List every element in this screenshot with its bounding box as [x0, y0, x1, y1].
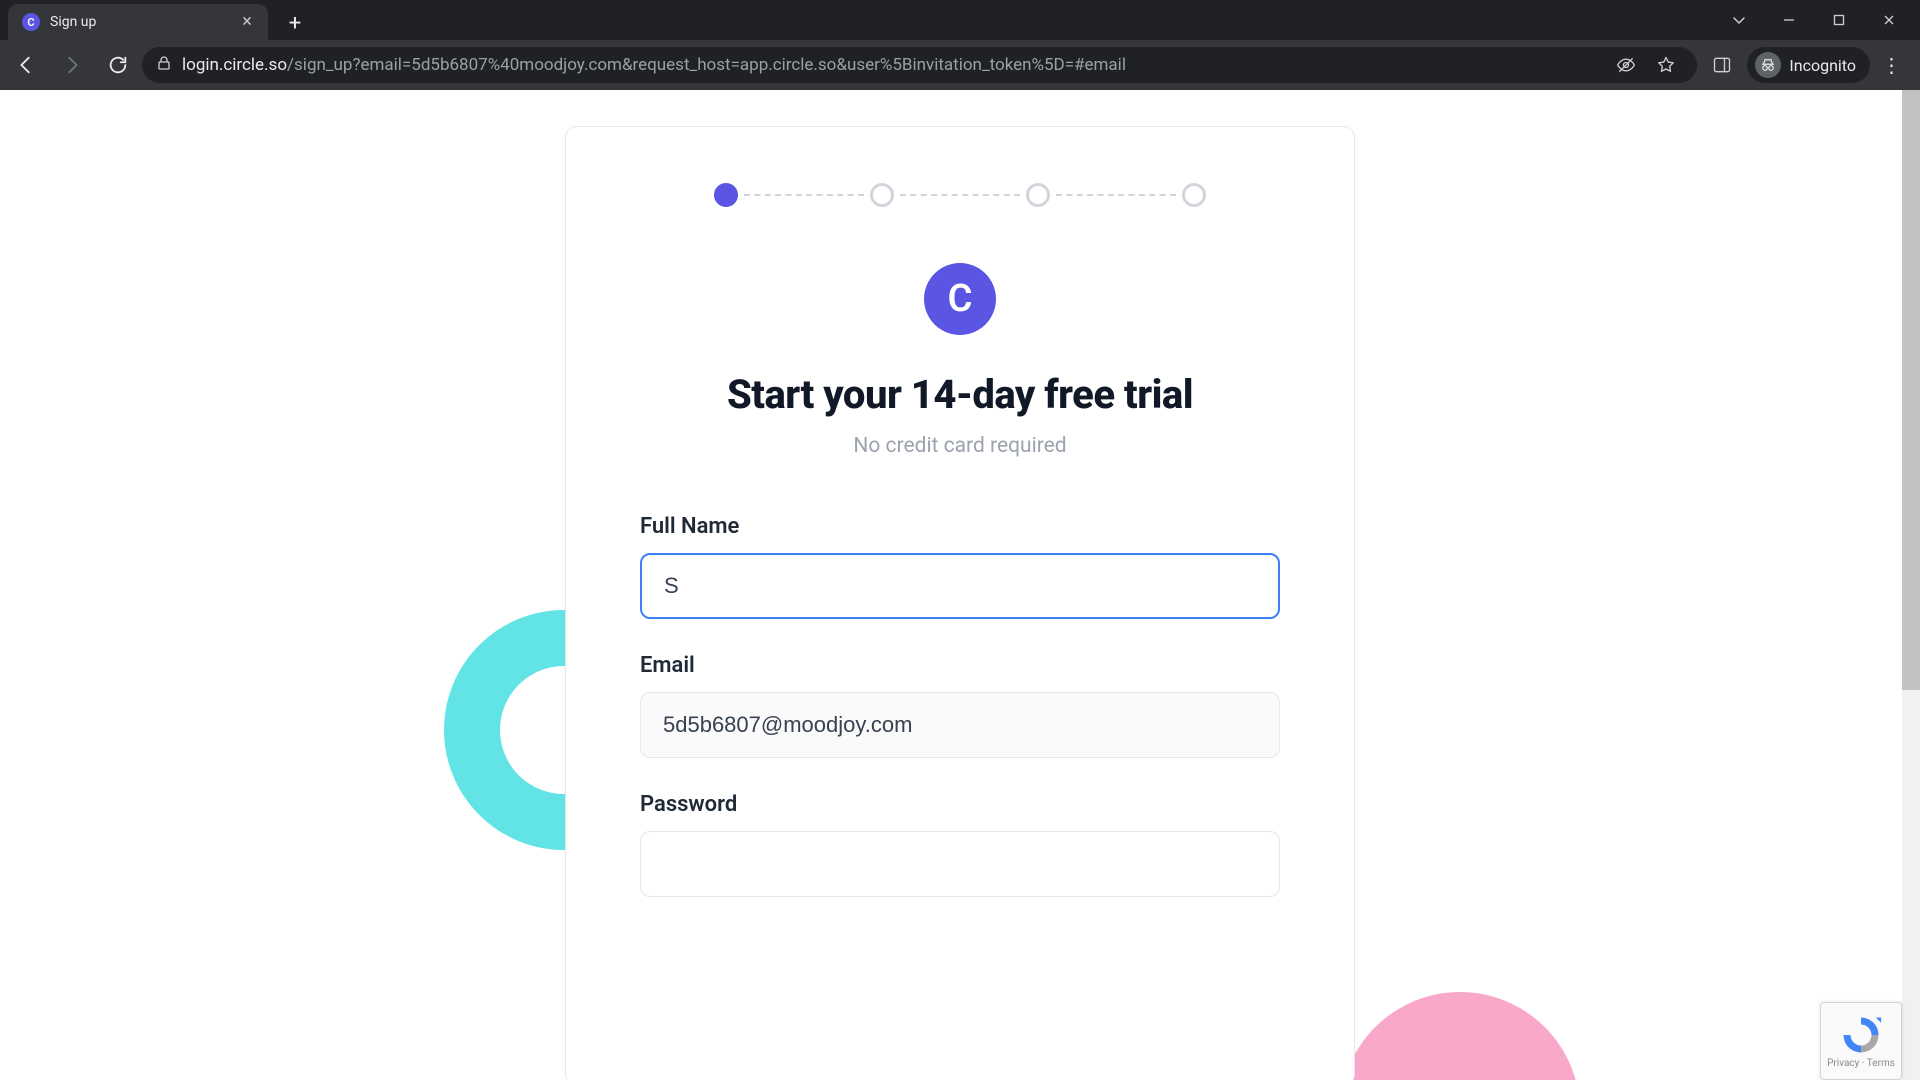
step-dot-2 [870, 183, 894, 207]
url-text: login.circle.so/sign_up?email=5d5b6807%4… [182, 55, 1126, 75]
maximize-button[interactable] [1814, 0, 1864, 40]
minimize-button[interactable] [1764, 0, 1814, 40]
vertical-scrollbar[interactable] [1902, 90, 1920, 1080]
browser-menu-button[interactable]: ⋮ [1872, 45, 1912, 85]
recaptcha-badge[interactable]: Privacy · Terms [1820, 1002, 1902, 1080]
step-connector [1056, 194, 1176, 196]
back-button[interactable] [4, 43, 48, 87]
step-dot-3 [1026, 183, 1050, 207]
step-connector [744, 194, 864, 196]
page-title: Start your 14-day free trial [727, 371, 1193, 418]
incognito-icon [1755, 52, 1781, 78]
tab-title: Sign up [50, 14, 228, 30]
field-group-password: Password [640, 792, 1280, 897]
step-dot-1 [714, 183, 738, 207]
email-input[interactable] [640, 692, 1280, 758]
app-logo: C [924, 263, 996, 335]
address-bar-actions [1609, 48, 1683, 82]
address-bar: login.circle.so/sign_up?email=5d5b6807%4… [0, 40, 1920, 90]
forward-button[interactable] [50, 43, 94, 87]
plus-icon: + [289, 11, 301, 36]
recaptcha-icon [1840, 1014, 1882, 1056]
signup-card: C Start your 14-day free trial No credit… [565, 126, 1355, 1080]
incognito-indicator[interactable]: Incognito [1747, 47, 1870, 83]
password-input[interactable] [640, 831, 1280, 897]
decorative-circle-pink [1340, 992, 1580, 1080]
recaptcha-links[interactable]: Privacy · Terms [1827, 1058, 1895, 1069]
scrollbar-thumb[interactable] [1902, 90, 1920, 690]
password-label: Password [640, 792, 1280, 817]
browser-chrome: C Sign up × + [0, 0, 1920, 90]
incognito-label: Incognito [1789, 56, 1856, 75]
lock-icon [156, 55, 172, 75]
tab-bar: C Sign up × + [0, 0, 1920, 40]
bookmark-star-icon[interactable] [1649, 48, 1683, 82]
progress-steps [714, 183, 1206, 207]
eye-off-icon[interactable] [1609, 48, 1643, 82]
signup-form: Full Name Email Password [640, 514, 1280, 897]
page-subtitle: No credit card required [853, 434, 1066, 458]
chevron-down-icon[interactable] [1714, 0, 1764, 40]
step-connector [900, 194, 1020, 196]
reload-button[interactable] [96, 43, 140, 87]
close-window-button[interactable] [1864, 0, 1914, 40]
page-viewport: C Start your 14-day free trial No credit… [0, 90, 1920, 1080]
tab-favicon: C [22, 13, 40, 31]
email-label: Email [640, 653, 1280, 678]
field-group-fullname: Full Name [640, 514, 1280, 619]
sidepanel-icon[interactable] [1705, 48, 1739, 82]
field-group-email: Email [640, 653, 1280, 758]
new-tab-button[interactable]: + [278, 6, 312, 40]
fullname-input[interactable] [640, 553, 1280, 619]
close-icon[interactable]: × [238, 13, 256, 31]
url-field[interactable]: login.circle.so/sign_up?email=5d5b6807%4… [142, 47, 1697, 83]
browser-tab[interactable]: C Sign up × [8, 4, 268, 40]
step-dot-4 [1182, 183, 1206, 207]
fullname-label: Full Name [640, 514, 1280, 539]
window-controls [1714, 0, 1920, 40]
